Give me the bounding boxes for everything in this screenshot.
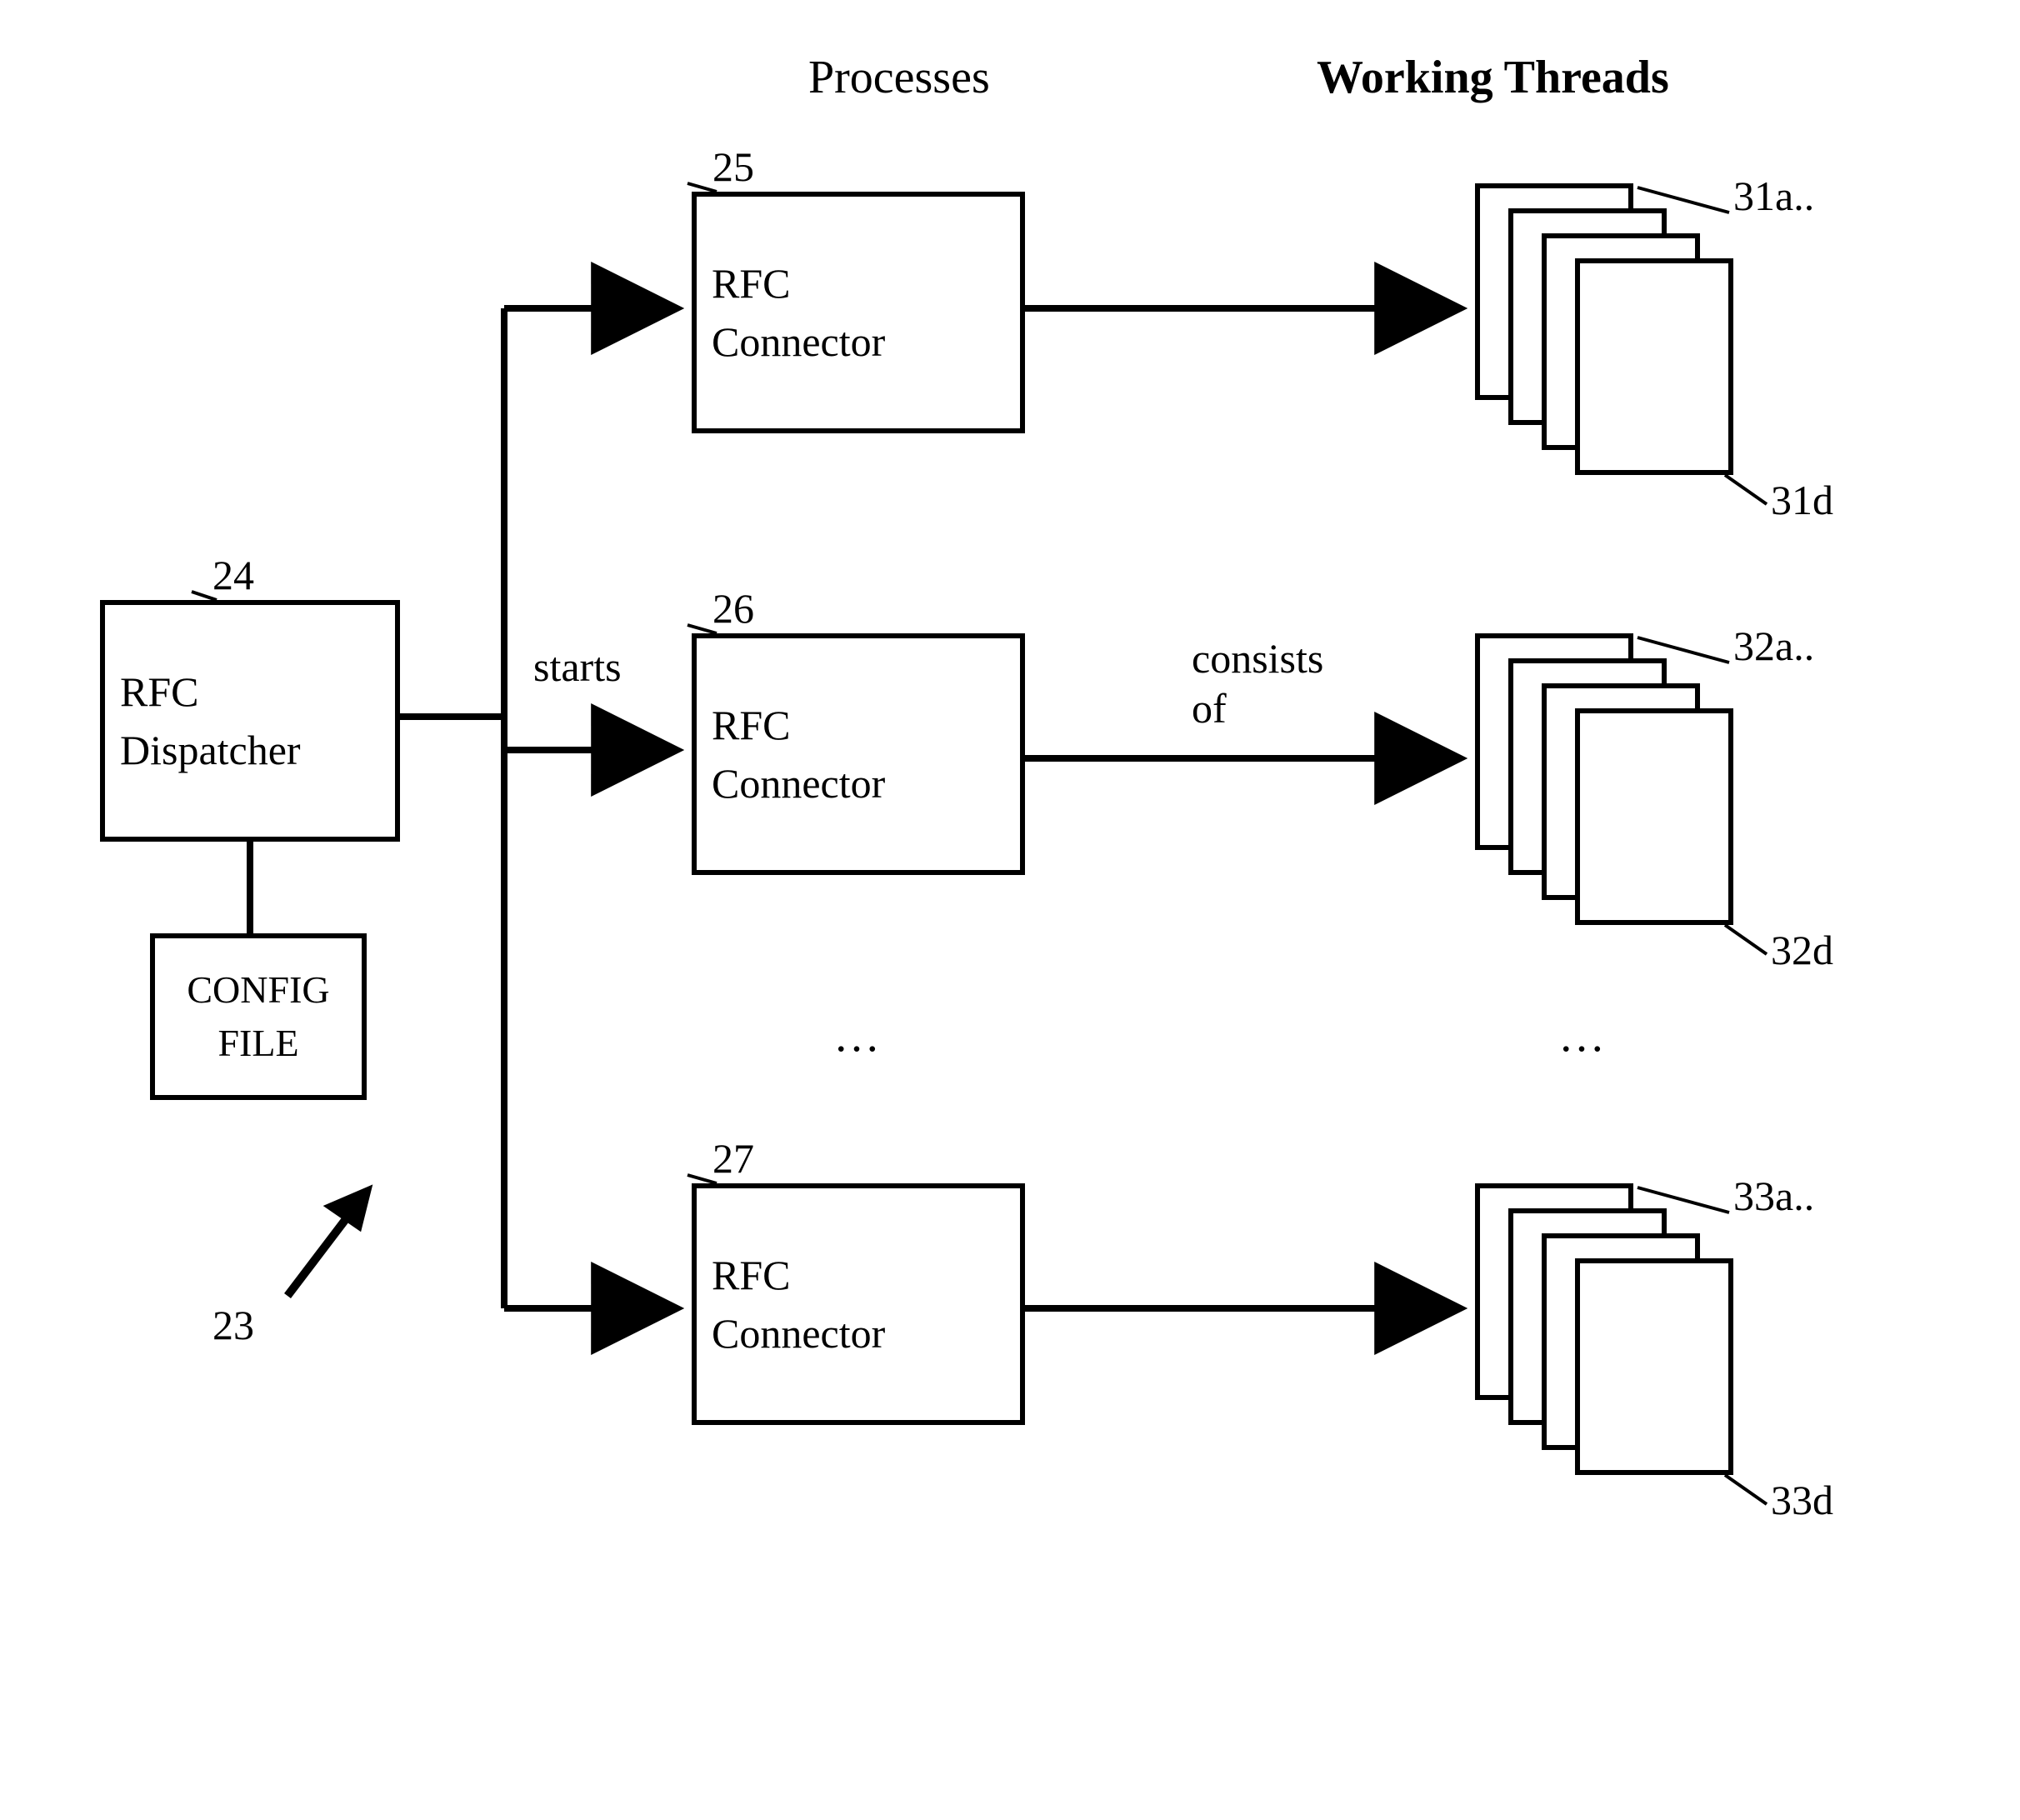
thread-32-first: 32a.. (1733, 621, 1814, 671)
config-file-box: CONFIG FILE (150, 933, 367, 1100)
rfc-dispatcher-box: RFC Dispatcher (100, 600, 400, 842)
thread-33-last: 33d (1771, 1475, 1833, 1525)
thread-33-first: 33a.. (1733, 1171, 1814, 1221)
figure-ref-23: 23 (212, 1300, 254, 1350)
connector-25-line2: Connector (712, 312, 885, 371)
connector-27-line2: Connector (712, 1304, 885, 1362)
thread-stack-32 (1475, 633, 1742, 933)
thread-stack-31 (1475, 183, 1742, 483)
edge-label-consists-of: consists of (1192, 633, 1323, 733)
rfc-connector-25: RFC Connector (692, 192, 1025, 433)
config-file-line2: FILE (218, 1017, 298, 1070)
connector-26-line2: Connector (712, 754, 885, 812)
dispatcher-line1: RFC (120, 662, 199, 721)
dispatcher-ref: 24 (212, 550, 254, 600)
ellipsis-threads: … (1558, 1008, 1605, 1064)
dispatcher-line2: Dispatcher (120, 721, 301, 779)
connector-ref-26: 26 (712, 583, 754, 633)
thread-31-last: 31d (1771, 475, 1833, 525)
rfc-connector-27: RFC Connector (692, 1183, 1025, 1425)
ellipsis-processes: … (833, 1008, 880, 1064)
diagram-canvas: Processes Working Threads 24 RFC Dispatc… (0, 0, 2020, 1820)
header-working-threads: Working Threads (1317, 50, 1669, 106)
connector-ref-25: 25 (712, 142, 754, 192)
thread-32-last: 32d (1771, 925, 1833, 975)
connector-25-line1: RFC (712, 254, 791, 312)
rfc-connector-26: RFC Connector (692, 633, 1025, 875)
header-processes: Processes (808, 50, 990, 106)
connector-27-line1: RFC (712, 1246, 791, 1304)
config-file-line1: CONFIG (187, 963, 329, 1017)
connector-26-line1: RFC (712, 696, 791, 754)
thread-31-first: 31a.. (1733, 171, 1814, 221)
thread-stack-33 (1475, 1183, 1742, 1483)
connector-ref-27: 27 (712, 1133, 754, 1183)
edge-label-starts: starts (533, 642, 622, 692)
